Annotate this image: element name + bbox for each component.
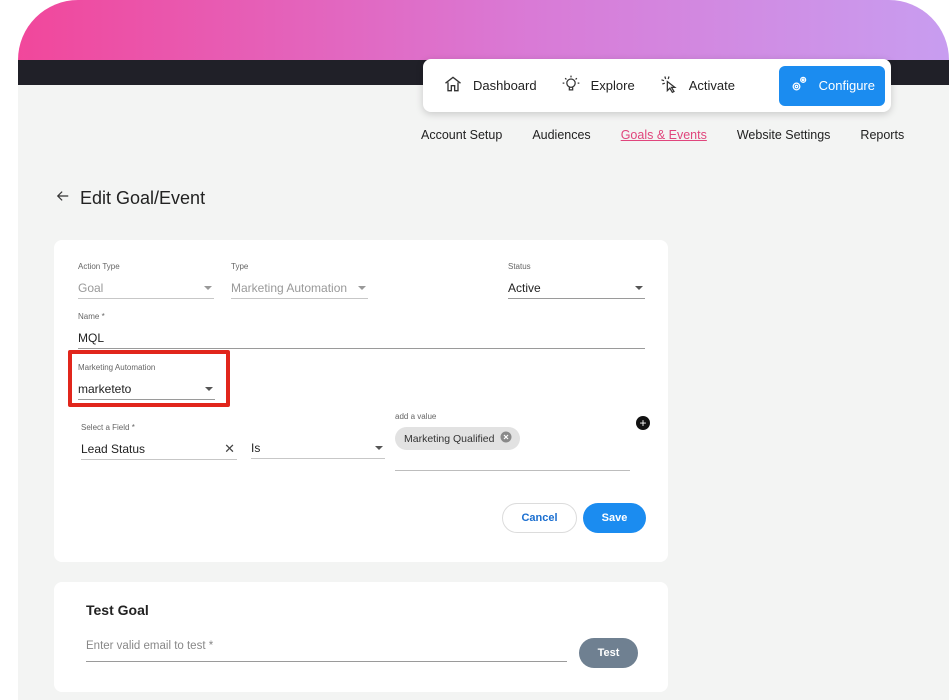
nav-activate-button[interactable]: Activate: [647, 66, 747, 106]
nav-configure-label: Configure: [818, 78, 875, 93]
status-value: Active: [508, 280, 541, 295]
nav-explore-button[interactable]: Explore: [549, 66, 647, 106]
add-condition-plus-icon[interactable]: +: [636, 416, 650, 430]
chevron-down-icon: [375, 445, 383, 450]
test-email-placeholder: Enter valid email to test *: [86, 640, 214, 652]
cancel-button[interactable]: Cancel: [502, 503, 577, 533]
nav-dashboard-label: Dashboard: [473, 78, 537, 93]
test-goal-card: [54, 582, 668, 692]
test-button[interactable]: Test: [579, 638, 638, 668]
status-field[interactable]: Status Active: [508, 262, 645, 299]
tab-audiences[interactable]: Audiences: [532, 128, 590, 142]
add-value-label: add a value: [395, 412, 437, 421]
name-label: Name *: [78, 312, 105, 321]
operator-field[interactable]: Is: [251, 437, 385, 459]
name-field[interactable]: Name * MQL: [78, 312, 645, 349]
name-input[interactable]: MQL: [78, 327, 645, 349]
click-icon: [659, 74, 679, 97]
tab-goals-events[interactable]: Goals & Events: [621, 128, 707, 142]
name-value: MQL: [78, 330, 105, 345]
lightbulb-icon: [561, 74, 581, 97]
type-select[interactable]: Marketing Automation: [231, 277, 368, 299]
nav-activate-label: Activate: [688, 78, 735, 93]
clear-icon[interactable]: ✕: [224, 441, 235, 457]
tab-website-settings[interactable]: Website Settings: [737, 128, 831, 142]
home-icon: [443, 74, 463, 97]
chevron-down-icon: [358, 285, 366, 290]
test-goal-title: Test Goal: [86, 602, 149, 618]
save-button[interactable]: Save: [583, 503, 646, 533]
chip-remove-icon[interactable]: [500, 431, 512, 446]
tab-account-setup[interactable]: Account Setup: [421, 128, 502, 142]
back-arrow-icon[interactable]: [56, 189, 70, 208]
operator-value: Is: [251, 440, 261, 455]
select-field-value: Lead Status: [81, 441, 146, 456]
type-field[interactable]: Type Marketing Automation: [231, 262, 368, 299]
action-type-label: Action Type: [78, 262, 120, 271]
page-title: Edit Goal/Event: [80, 188, 206, 208]
sub-nav: Account Setup Audiences Goals & Events W…: [421, 128, 904, 142]
select-field-field[interactable]: Select a Field * Lead Status ✕: [81, 423, 237, 460]
add-value-input[interactable]: Marketing Qualified: [395, 427, 630, 471]
tab-reports[interactable]: Reports: [860, 128, 904, 142]
type-value: Marketing Automation: [231, 280, 348, 295]
add-value-field[interactable]: add a value Marketing Qualified: [395, 412, 630, 471]
value-chip: Marketing Qualified: [395, 427, 521, 450]
nav-configure-button[interactable]: Configure: [778, 65, 885, 106]
test-email-input[interactable]: Enter valid email to test *: [86, 640, 567, 662]
select-field-select[interactable]: Lead Status ✕: [81, 438, 237, 460]
action-type-value: Goal: [78, 280, 104, 295]
chevron-down-icon: [635, 285, 643, 290]
action-type-select[interactable]: Goal: [78, 277, 214, 299]
annotation-highlight-box: [68, 350, 230, 407]
type-label: Type: [231, 262, 249, 271]
gears-icon: [789, 74, 809, 97]
header-gradient-band: [18, 0, 949, 60]
status-select[interactable]: Active: [508, 277, 645, 299]
status-label: Status: [508, 262, 531, 271]
operator-select[interactable]: Is: [251, 437, 385, 459]
value-chip-label: Marketing Qualified: [404, 432, 495, 445]
action-type-field[interactable]: Action Type Goal: [78, 262, 214, 299]
nav-explore-label: Explore: [590, 78, 635, 93]
top-nav: Dashboard Explore Activate Configure: [423, 59, 891, 112]
chevron-down-icon: [204, 285, 212, 290]
select-field-label: Select a Field *: [81, 423, 135, 432]
nav-dashboard-button[interactable]: Dashboard: [431, 66, 549, 106]
page-header: Edit Goal/Event: [56, 188, 205, 209]
